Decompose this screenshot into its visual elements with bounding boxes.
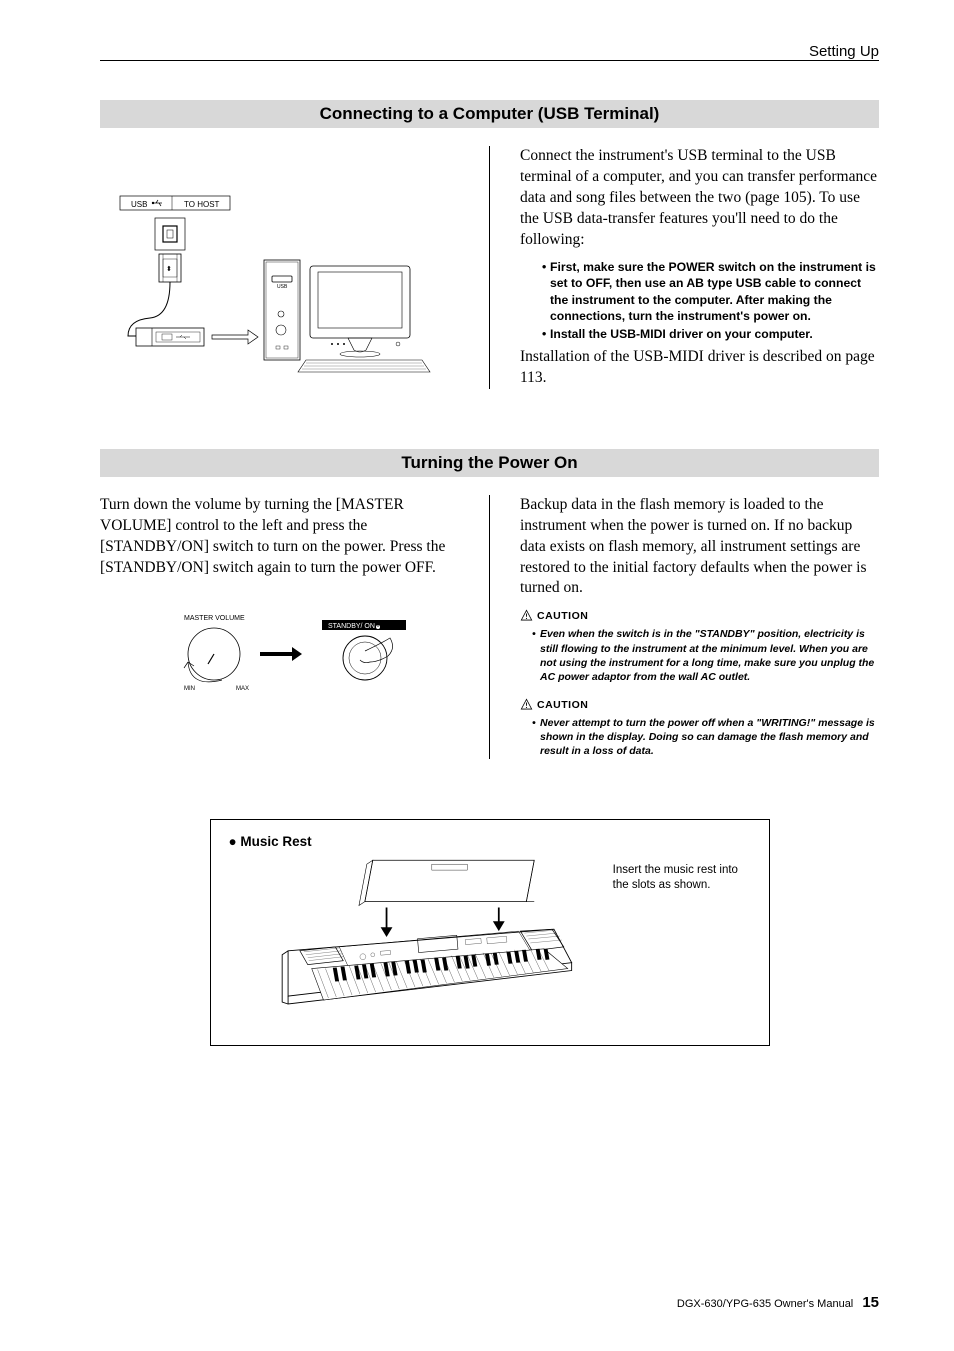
svg-text:USB: USB: [131, 200, 147, 209]
section1-figure-col: USB TO HOST ⬍: [100, 146, 459, 389]
power-diagram: MASTER VOLUME MIN MAX STANDBY/ ON: [100, 606, 459, 716]
music-rest-diagram: [229, 855, 603, 1025]
section1-intro: Connect the instrument's USB terminal to…: [520, 146, 879, 251]
caution-label: CAUTION: [537, 699, 588, 711]
footer-manual: DGX-630/YPG-635 Owner's Manual: [677, 1298, 853, 1310]
chapter-title: Setting Up: [100, 43, 879, 60]
svg-text:USB: USB: [277, 284, 288, 290]
caution-1-header: CAUTION: [520, 609, 588, 622]
section1-bullets: First, make sure the POWER switch on the…: [520, 259, 879, 343]
section2-right-col: Backup data in the flash memory is loade…: [520, 495, 879, 759]
column-separator-2: [489, 495, 490, 759]
section2-right-intro: Backup data in the flash memory is loade…: [520, 495, 879, 600]
master-volume-label: MASTER VOLUME: [184, 615, 245, 622]
svg-text:TO HOST: TO HOST: [184, 200, 220, 209]
section2-left-text: Turn down the volume by turning the [MAS…: [100, 495, 459, 579]
svg-text:MAX: MAX: [236, 686, 249, 692]
svg-text:STANDBY/ ON: STANDBY/ ON: [328, 623, 375, 630]
section1-title: Connecting to a Computer (USB Terminal): [100, 100, 879, 128]
music-rest-title: ● Music Rest: [229, 834, 751, 849]
warning-icon: [520, 698, 533, 711]
caution-label: CAUTION: [537, 610, 588, 622]
warning-icon: [520, 609, 533, 622]
section2-left-col: Turn down the volume by turning the [MAS…: [100, 495, 459, 759]
usb-diagram: USB TO HOST ⬍: [100, 176, 459, 381]
svg-text:MIN: MIN: [184, 686, 195, 692]
bullet-2: Install the USB-MIDI driver on your comp…: [542, 326, 879, 342]
music-rest-note: Insert the music rest into the slots as …: [613, 863, 751, 893]
caution-2-header: CAUTION: [520, 698, 588, 711]
column-separator: [489, 146, 490, 389]
section2-layout: Turn down the volume by turning the [MAS…: [100, 495, 879, 759]
section1-after: Installation of the USB-MIDI driver is d…: [520, 347, 879, 389]
caution-1-text: Even when the switch is in the "STANDBY"…: [520, 627, 879, 684]
section2-title: Turning the Power On: [100, 449, 879, 477]
svg-text:⬍: ⬍: [166, 265, 172, 273]
caution-2-text: Never attempt to turn the power off when…: [520, 716, 879, 759]
music-rest-box: ● Music Rest: [210, 819, 770, 1046]
page-footer: DGX-630/YPG-635 Owner's Manual 15: [677, 1294, 879, 1311]
section1-layout: USB TO HOST ⬍: [100, 146, 879, 389]
header-rule: [100, 60, 879, 61]
section1-text-col: Connect the instrument's USB terminal to…: [520, 146, 879, 389]
bullet-1: First, make sure the POWER switch on the…: [542, 259, 879, 325]
footer-page: 15: [862, 1294, 879, 1311]
